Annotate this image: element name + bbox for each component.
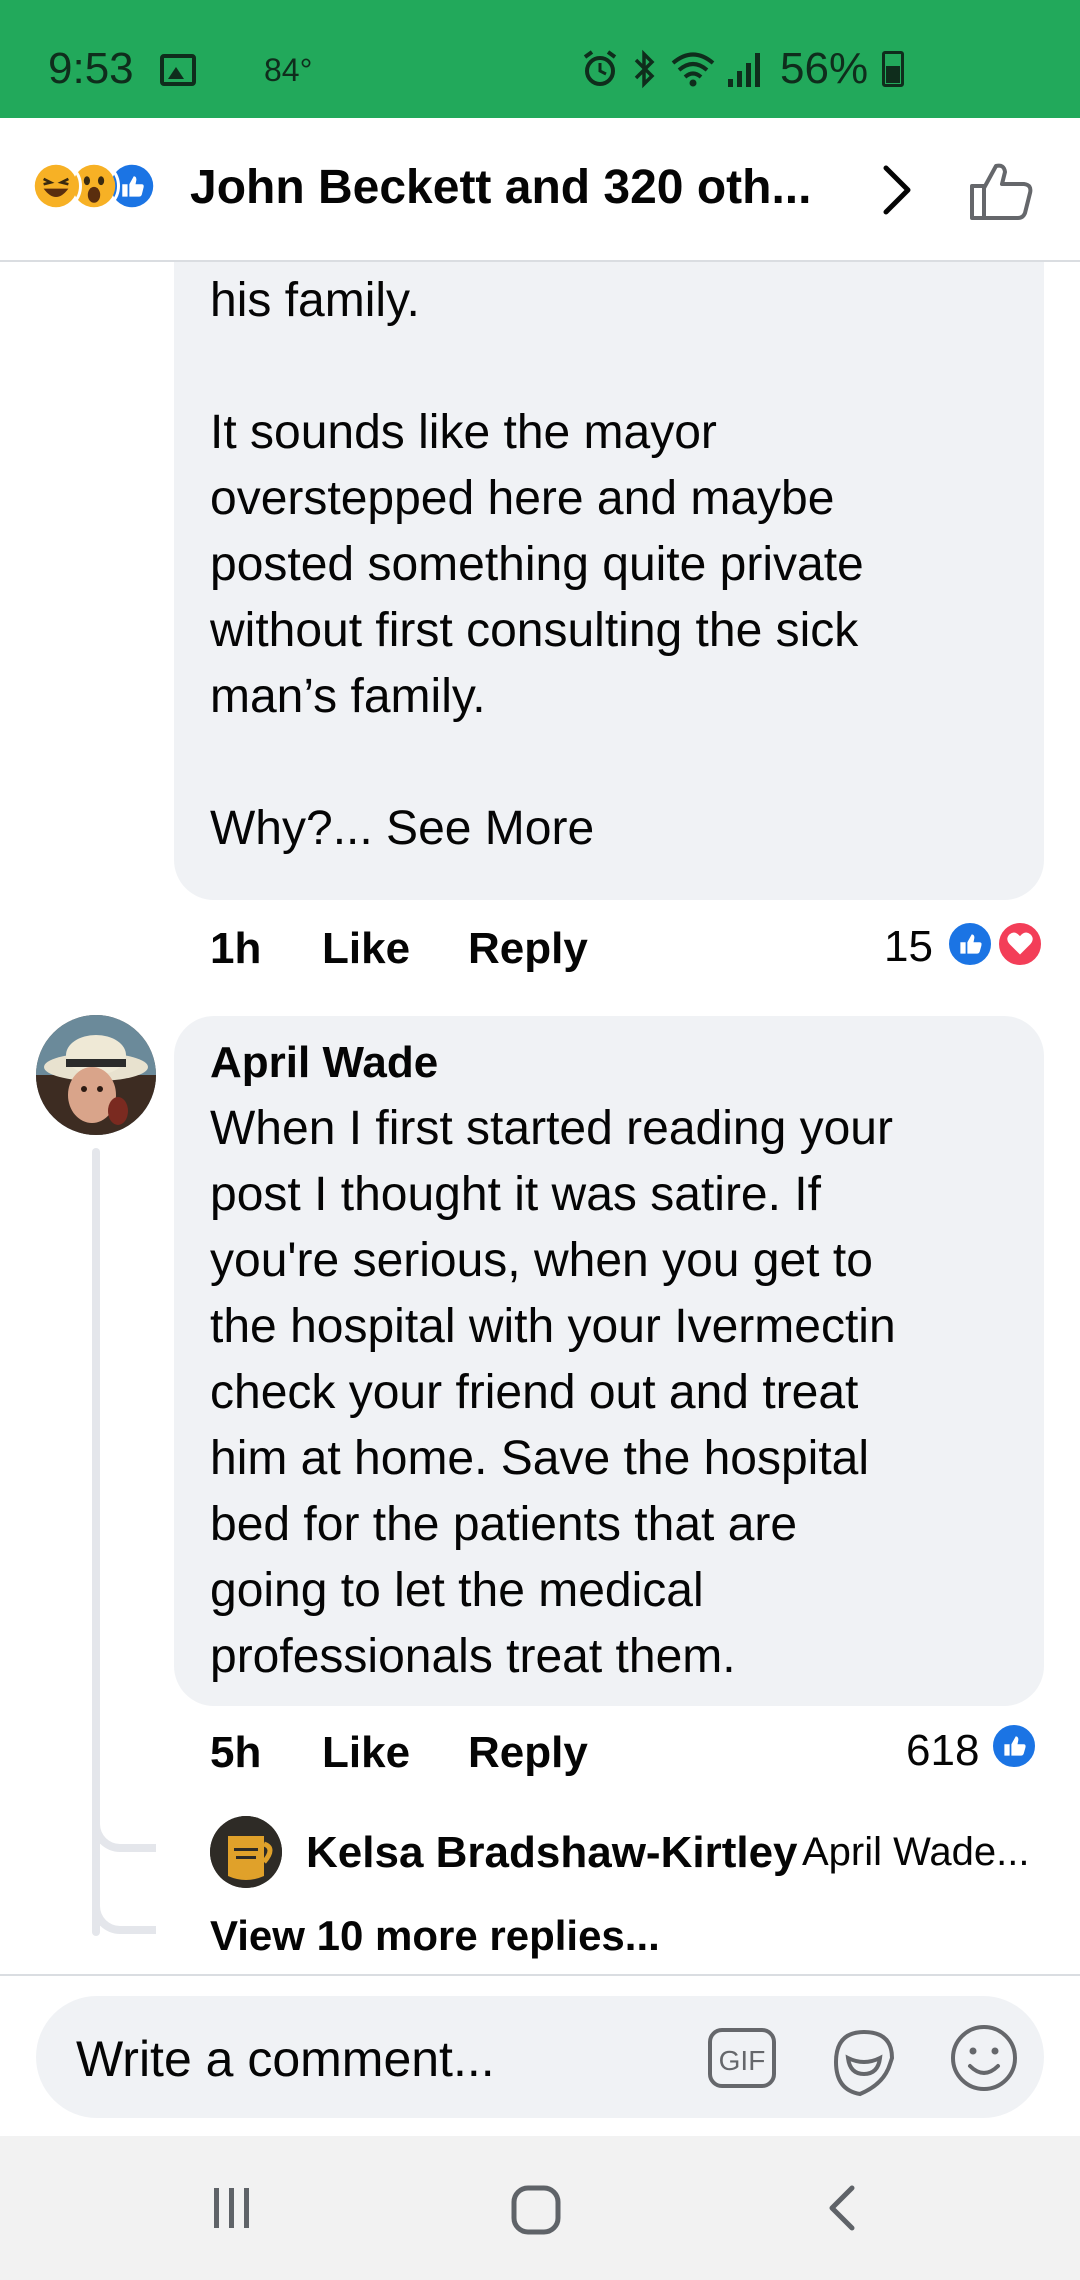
battery-icon (882, 51, 905, 87)
reply-snippet: April Wade... (802, 1830, 1030, 1874)
chevron-right-icon[interactable] (872, 158, 922, 222)
laugh-reaction-icon (30, 160, 82, 212)
see-more-link[interactable]: See More (386, 802, 594, 855)
comment-time: 5h (210, 1728, 262, 1777)
reaction-count[interactable]: 15 (884, 922, 933, 972)
battery-percent: 56% (780, 44, 869, 93)
comment-bubble[interactable]: because it’s causing problems in his fam… (174, 262, 1044, 900)
view-more-replies-link[interactable]: View 10 more replies... (210, 1912, 660, 1960)
thread-branch (92, 1802, 156, 1852)
signal-icon (728, 53, 760, 87)
comment-text: because it’s causing problems in his fam… (210, 262, 903, 862)
like-reaction-icon (946, 920, 994, 968)
status-temperature: 84° (264, 52, 313, 88)
like-outline-icon[interactable] (966, 158, 1036, 224)
reactions-header: John Beckett and 320 oth... (0, 118, 1080, 262)
thread-branch (92, 1882, 156, 1934)
system-nav-bar (0, 2136, 1080, 2280)
comment-time: 1h (210, 924, 262, 973)
wifi-icon (671, 52, 715, 87)
comment-composer: Write a comment... GIF (0, 1974, 1080, 2136)
status-time: 9:53 (48, 44, 134, 93)
comment-body: because it’s causing problems in his fam… (210, 274, 864, 855)
status-bar: 9:53 84° 56% (0, 0, 1080, 118)
bluetooth-icon (634, 49, 655, 89)
april-wade-avatar-image (36, 1015, 156, 1135)
reaction-summary[interactable] (30, 160, 180, 216)
gif-label: GIF (719, 2045, 766, 2076)
like-button[interactable]: Like (322, 924, 410, 974)
sticker-icon[interactable] (826, 2022, 902, 2098)
comment-body: When I first started reading your post I… (210, 1102, 896, 1683)
recent-apps-icon[interactable] (206, 2182, 258, 2234)
reply-author[interactable]: Kelsa Bradshaw-Kirtley (306, 1828, 798, 1878)
image-notification-icon (160, 54, 196, 86)
comment-bubble[interactable]: April Wade When I first started reading … (174, 1016, 1044, 1706)
love-reaction-icon (996, 920, 1044, 968)
emoji-icon[interactable] (948, 2022, 1020, 2094)
reaction-count[interactable]: 618 (906, 1726, 979, 1776)
comment-author[interactable]: April Wade (210, 1038, 438, 1088)
comments-list[interactable]: because it’s causing problems in his fam… (0, 262, 1080, 1974)
kelsa-avatar-image (210, 1816, 282, 1888)
like-reaction-icon (990, 1722, 1038, 1770)
back-icon[interactable] (818, 2182, 870, 2234)
reply-button[interactable]: Reply (468, 924, 588, 974)
reply-button[interactable]: Reply (468, 1728, 588, 1778)
like-button[interactable]: Like (322, 1728, 410, 1778)
comment-placeholder: Write a comment... (76, 2031, 495, 2087)
status-icons: 56% (580, 44, 905, 94)
alarm-icon (583, 50, 617, 86)
reply-preview[interactable]: Kelsa Bradshaw-Kirtley April Wade... (210, 1816, 1040, 1888)
gif-icon[interactable]: GIF (706, 2022, 778, 2094)
home-icon[interactable] (508, 2182, 564, 2238)
reactions-title[interactable]: John Beckett and 320 oth... (190, 160, 811, 215)
avatar (210, 1816, 282, 1888)
avatar[interactable] (36, 1015, 156, 1135)
comment-input[interactable]: Write a comment... GIF (36, 1996, 1044, 2118)
